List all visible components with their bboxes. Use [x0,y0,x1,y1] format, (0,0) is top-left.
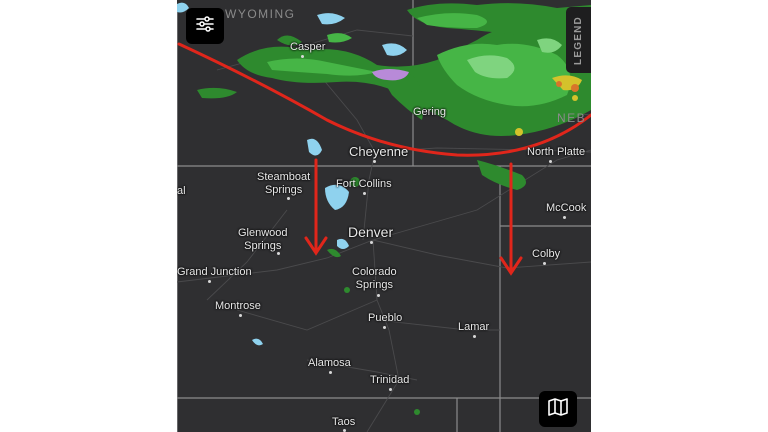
city-montrose: Montrose [215,300,261,312]
city-glenwood-springs: Glenwood Springs [238,227,288,252]
city-dot [473,335,476,338]
map-layers-icon [548,397,568,421]
city-dot [373,160,376,163]
city-casper: Casper [290,41,326,53]
sliders-icon [196,15,214,37]
city-mccook: McCook [546,202,587,214]
city-dot [389,388,392,391]
city-north-platte: North Platte [527,146,586,158]
city-dot [277,252,280,255]
city-edge-label: al [177,185,186,197]
city-dot [239,314,242,317]
city-pueblo: Pueblo [368,312,403,324]
city-dot [549,160,552,163]
city-colby: Colby [532,248,561,260]
state-label-nebraska: NEB [557,111,587,125]
city-fort-collins: Fort Collins [336,178,392,190]
filter-button[interactable] [186,8,224,44]
city-dot [363,192,366,195]
city-dot [208,280,211,283]
state-label-wyoming: WYOMING [225,7,296,21]
radar-echoes [177,2,591,415]
city-dot [370,241,373,244]
legend-label: LEGEND [573,15,584,65]
city-grand-junction: Grand Junction [177,266,252,278]
city-steamboat-springs: Steamboat Springs [257,171,311,196]
city-lamar: Lamar [458,321,490,333]
city-dot [287,197,290,200]
city-taos: Taos [332,416,356,428]
city-colorado-springs: Colorado Springs [352,266,397,291]
radar-map[interactable]: WYOMING NEB Casper Gering Cheyenne North… [177,0,591,432]
map-base-layer [177,0,591,432]
city-dot [543,262,546,265]
city-denver: Denver [348,224,394,240]
city-trinidad: Trinidad [370,374,410,386]
city-cheyenne: Cheyenne [349,144,409,159]
city-gering: Gering [413,106,447,118]
city-dot [377,294,380,297]
city-dot [563,216,566,219]
city-dot [383,326,386,329]
city-alamosa: Alamosa [308,357,351,369]
city-dot [329,371,332,374]
city-dot [301,55,304,58]
map-layers-button[interactable] [539,391,577,427]
legend-tab[interactable]: LEGEND [566,7,591,73]
